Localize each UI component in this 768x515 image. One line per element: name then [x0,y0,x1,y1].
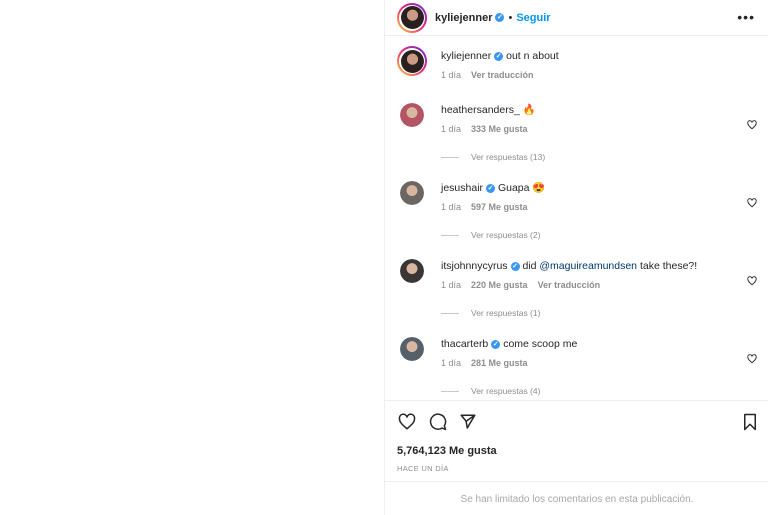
follow-button[interactable]: Seguir [516,12,550,24]
commenter-avatar[interactable] [400,337,424,361]
comment: thacarterb ✓ come scoop me 1 día 281 Me gu… [397,334,757,368]
comment: itsjohnnycyrus ✓ did @maguireamundsen tak… [397,256,757,290]
post-header: kyliejenner ✓ • Seguir ••• [385,0,768,36]
post-actions: 5,764,123 Me gusta HACE UN DÍA Se han li… [385,400,768,515]
header-separator: • [508,11,513,24]
photo-bottom-strip [0,0,384,499]
author-avatar[interactable] [397,2,427,33]
replies-line [441,312,459,314]
verified-badge-icon: ✓ [494,51,504,61]
view-replies-label[interactable]: Ver respuestas (13) [471,152,545,162]
view-replies-link[interactable]: Ver respuestas (1) [441,308,540,318]
verified-badge-icon: ✓ [495,13,505,22]
heart-icon[interactable] [747,120,757,130]
commenter-username[interactable]: jesushair [441,182,483,194]
view-replies-link[interactable]: Ver respuestas (2) [441,230,540,240]
paper-plane-icon[interactable] [459,413,477,431]
post-caption: kyliejenner ✓ out n about 1 día Ver tradu… [397,46,757,80]
commenter-username[interactable]: heathersanders_ [441,104,520,116]
heart-icon[interactable] [747,276,757,286]
comment-mention-link[interactable]: @maguireamundsen [539,260,637,272]
comment-time[interactable]: 1 día [441,358,461,368]
commenter-username[interactable]: itsjohnnycyrus [441,260,508,272]
post-details-panel: kyliejenner ✓ • Seguir ••• kyliejenner ✓ … [384,0,768,515]
view-replies-label[interactable]: Ver respuestas (4) [471,386,540,396]
view-replies-link[interactable]: Ver respuestas (13) [441,152,545,162]
comment-likes[interactable]: 597 Me gusta [471,202,528,212]
commenter-username[interactable]: thacarterb [441,338,488,350]
comment-likes[interactable]: 220 Me gusta [471,280,528,290]
heart-icon[interactable] [747,198,757,208]
comment-time[interactable]: 1 día [441,280,461,290]
commenter-avatar[interactable] [400,181,424,205]
comment-time[interactable]: 1 día [441,124,461,134]
comment-time[interactable]: 1 día [441,202,461,212]
comment: jesushair ✓ Guapa 😍 1 día 597 Me gusta [397,178,757,212]
comment-text: Guapa [497,182,530,194]
likes-count[interactable]: 5,764,123 Me gusta [397,445,497,457]
comment-likes[interactable]: 333 Me gusta [471,124,528,134]
caption-text: out n about [506,50,559,62]
heart-icon[interactable] [747,354,757,364]
comment-bubble-icon[interactable] [429,413,447,431]
caption-translate-link[interactable]: Ver traducción [471,70,534,80]
comment: heathersanders_✓ 🔥1 día333 Me gusta [397,100,757,134]
instagram-post-view: kyliejenner ✓ • Seguir ••• kyliejenner ✓ … [0,0,768,515]
comment-text: 🔥 [522,104,536,116]
comment-text: take these?! [639,260,698,272]
comment-text: 😍 [532,182,546,194]
comment-translate-link[interactable]: Ver traducción [538,280,601,290]
verified-badge-icon: ✓ [491,339,501,349]
comment-text: did [522,260,537,272]
replies-line [441,156,459,158]
verified-badge-icon: ✓ [486,183,496,193]
view-replies-label[interactable]: Ver respuestas (1) [471,308,540,318]
replies-line [441,390,459,392]
post-timestamp[interactable]: HACE UN DÍA [397,464,449,473]
author-avatar[interactable] [397,46,427,76]
commenter-avatar[interactable] [400,103,424,127]
bookmark-icon[interactable] [741,413,759,431]
view-replies-link[interactable]: Ver respuestas (4) [441,386,540,396]
comment-likes[interactable]: 281 Me gusta [471,358,528,368]
more-horizontal-icon[interactable]: ••• [737,10,755,24]
replies-line [441,234,459,236]
caption-username[interactable]: kyliejenner [441,50,491,62]
comments-limited-notice: Se han limitado los comentarios en esta … [385,481,768,515]
verified-badge-icon: ✓ [510,261,520,271]
author-username[interactable]: kyliejenner [435,12,492,24]
view-replies-label[interactable]: Ver respuestas (2) [471,230,540,240]
commenter-avatar[interactable] [400,259,424,283]
comment-text: come scoop me [503,338,578,350]
caption-time[interactable]: 1 día [441,70,461,80]
heart-icon[interactable] [398,413,416,431]
